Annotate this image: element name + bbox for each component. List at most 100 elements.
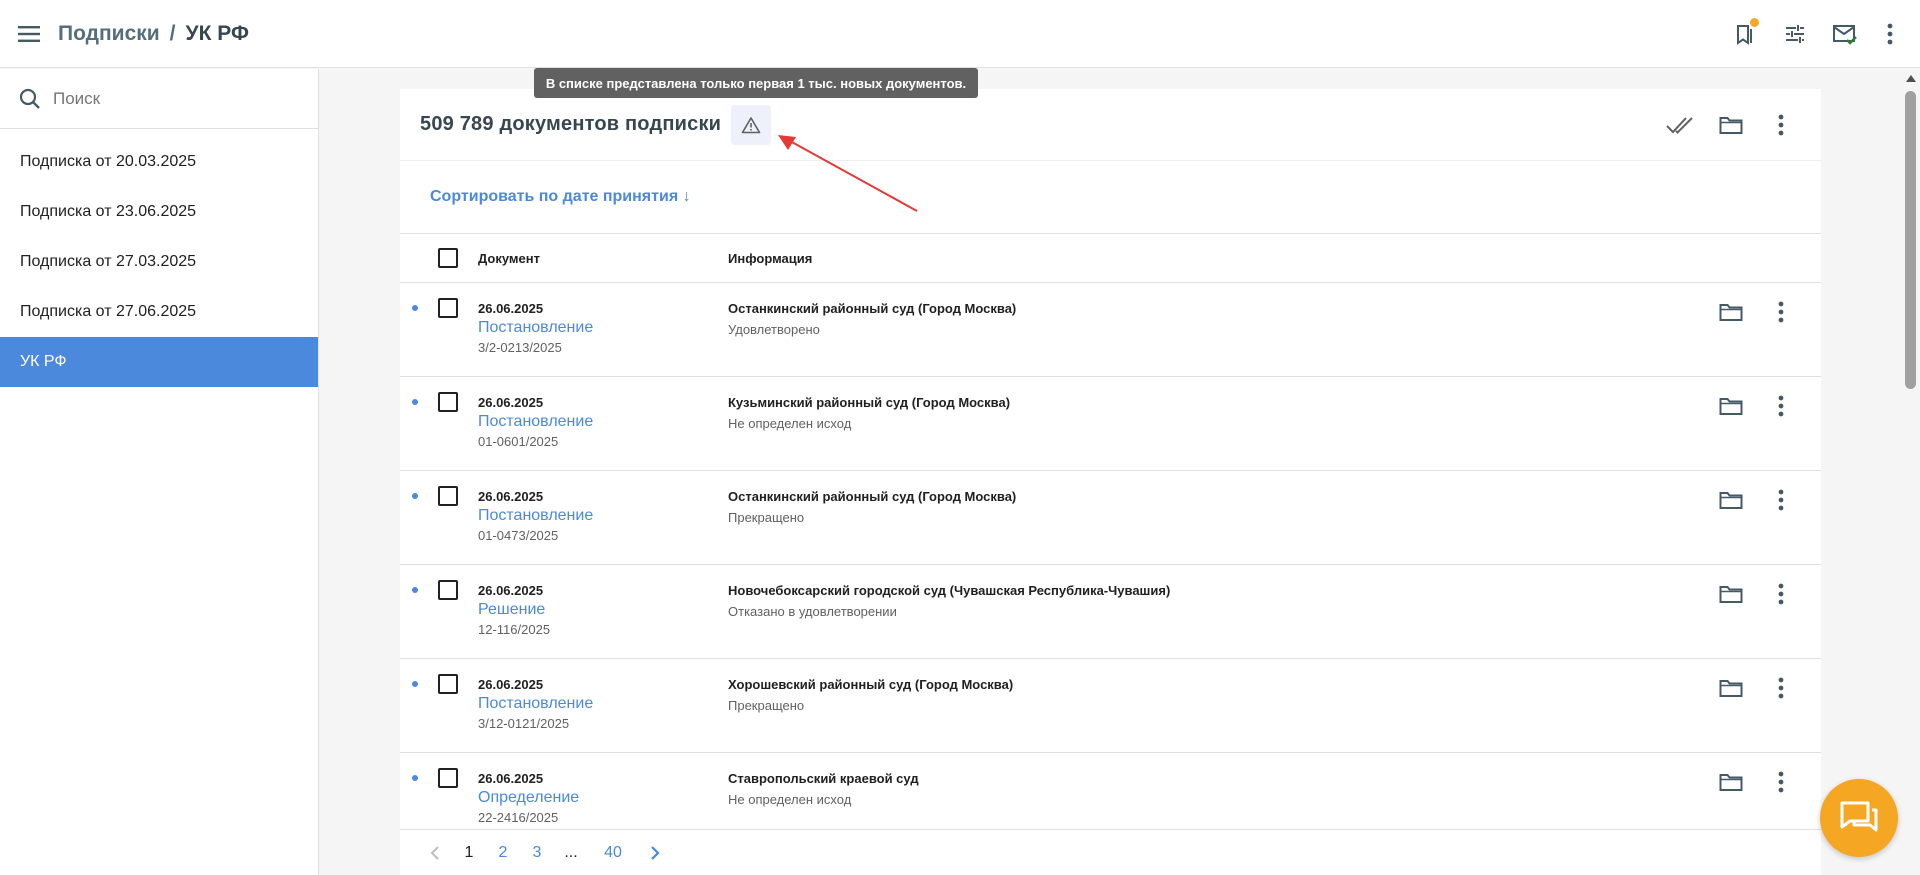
- warning-button[interactable]: [731, 104, 772, 145]
- sliders-icon: [1786, 25, 1804, 43]
- mark-all-read-button[interactable]: [1656, 100, 1706, 150]
- documents-list: 26.06.2025 Постановление 3/2-0213/2025 О…: [400, 283, 1821, 847]
- page-last[interactable]: 40: [588, 844, 638, 862]
- row-checkbox[interactable]: [438, 768, 458, 788]
- filters-button[interactable]: [1770, 9, 1820, 59]
- info-cell: Хорошевский районный суд (Город Москва) …: [728, 677, 1013, 713]
- table-row[interactable]: 26.06.2025 Постановление 3/2-0213/2025 О…: [400, 283, 1821, 377]
- row-more-button[interactable]: [1756, 475, 1806, 525]
- page-3[interactable]: 3: [520, 844, 554, 862]
- document-type-link[interactable]: Определение: [478, 789, 579, 807]
- select-all-checkbox[interactable]: [438, 248, 458, 268]
- document-type-link[interactable]: Постановление: [478, 507, 593, 525]
- document-date: 26.06.2025: [478, 677, 544, 692]
- document-cell: 26.06.2025 Постановление 3/2-0213/2025: [478, 301, 593, 355]
- info-cell: Новочебоксарский городской суд (Чувашска…: [728, 583, 1170, 619]
- document-date: 26.06.2025: [478, 583, 544, 598]
- row-folder-button[interactable]: [1706, 757, 1756, 807]
- more-vertical-icon: [1778, 677, 1784, 699]
- bookmarks-button[interactable]: [1720, 9, 1770, 59]
- row-more-button[interactable]: [1756, 569, 1806, 619]
- table-row[interactable]: 26.06.2025 Постановление 01-0601/2025 Ку…: [400, 377, 1821, 471]
- more-vertical-icon: [1778, 301, 1784, 323]
- document-type-link[interactable]: Постановление: [478, 413, 593, 431]
- table-row[interactable]: 26.06.2025 Решение 12-116/2025 Новочебок…: [400, 565, 1821, 659]
- document-number: 01-0473/2025: [478, 528, 559, 543]
- scroll-thumb[interactable]: [1905, 91, 1916, 389]
- document-cell: 26.06.2025 Постановление 01-0601/2025: [478, 395, 593, 449]
- double-check-icon: [1666, 117, 1693, 134]
- menu-button[interactable]: [0, 0, 58, 68]
- row-checkbox[interactable]: [438, 486, 458, 506]
- row-checkbox[interactable]: [438, 392, 458, 412]
- sort-by-date-link[interactable]: Сортировать по дате принятия ↓: [430, 188, 691, 206]
- scroll-up-arrow[interactable]: [1906, 75, 1916, 82]
- header-more-button[interactable]: [1870, 9, 1910, 59]
- document-number: 01-0601/2025: [478, 434, 559, 449]
- more-vertical-icon: [1778, 489, 1784, 511]
- sidebar-item-subscription-23-06[interactable]: Подписка от 23.06.2025: [0, 187, 318, 237]
- folder-icon: [1719, 774, 1743, 791]
- document-type-link[interactable]: Постановление: [478, 319, 593, 337]
- row-folder-button[interactable]: [1706, 663, 1756, 713]
- folder-icon: [1719, 304, 1743, 321]
- sort-row: Сортировать по дате принятия ↓: [400, 161, 1821, 234]
- breadcrumb: Подписки / УК РФ: [58, 22, 249, 46]
- unread-dot: [412, 587, 418, 593]
- row-folder-button[interactable]: [1706, 475, 1756, 525]
- row-folder-button[interactable]: [1706, 569, 1756, 619]
- case-result: Не определен исход: [728, 416, 852, 431]
- column-header-info: Информация: [728, 250, 813, 266]
- page-1[interactable]: 1: [452, 844, 486, 862]
- sidebar-item-subscription-27-03[interactable]: Подписка от 27.03.2025: [0, 237, 318, 287]
- court-name: Новочебоксарский городской суд (Чувашска…: [728, 583, 1171, 598]
- case-result: Отказано в удовлетворении: [728, 604, 897, 619]
- court-name: Останкинский районный суд (Город Москва): [728, 301, 1017, 316]
- pagination: 1 2 3 ... 40: [400, 829, 1821, 875]
- more-vertical-icon: [1778, 583, 1784, 605]
- breadcrumb-subscriptions-link[interactable]: Подписки: [58, 22, 160, 46]
- court-name: Ставропольский краевой суд: [728, 771, 919, 786]
- row-checkbox[interactable]: [438, 580, 458, 600]
- next-page-button[interactable]: [638, 845, 672, 861]
- card-more-button[interactable]: [1756, 100, 1806, 150]
- table-header: Документ Информация: [400, 234, 1821, 283]
- row-more-button[interactable]: [1756, 287, 1806, 337]
- row-checkbox[interactable]: [438, 674, 458, 694]
- row-more-button[interactable]: [1756, 381, 1806, 431]
- chat-button[interactable]: [1820, 779, 1898, 857]
- document-type-link[interactable]: Решение: [478, 601, 550, 619]
- row-checkbox[interactable]: [438, 298, 458, 318]
- top-header: Подписки / УК РФ: [0, 0, 1920, 68]
- table-row[interactable]: 26.06.2025 Постановление 3/12-0121/2025 …: [400, 659, 1821, 753]
- info-cell: Кузьминский районный суд (Город Москва) …: [728, 395, 1010, 431]
- document-type-link[interactable]: Постановление: [478, 695, 593, 713]
- row-more-button[interactable]: [1756, 757, 1806, 807]
- header-folder-button[interactable]: [1706, 100, 1756, 150]
- sidebar-item-uk-rf[interactable]: УК РФ: [0, 337, 318, 387]
- court-name: Хорошевский районный суд (Город Москва): [728, 677, 1014, 692]
- table-row[interactable]: 26.06.2025 Постановление 01-0473/2025 Ос…: [400, 471, 1821, 565]
- page-2[interactable]: 2: [486, 844, 520, 862]
- page-scrollbar[interactable]: [1902, 69, 1920, 875]
- breadcrumb-separator: /: [169, 21, 176, 45]
- mail-button[interactable]: [1820, 9, 1870, 59]
- card-header: 509 789 документов подписки: [400, 89, 1821, 161]
- row-folder-button[interactable]: [1706, 381, 1756, 431]
- sidebar-search: [0, 69, 318, 129]
- chevron-right-icon: [651, 845, 660, 860]
- row-more-button[interactable]: [1756, 663, 1806, 713]
- document-number: 3/12-0121/2025: [478, 716, 570, 731]
- prev-page-button[interactable]: [418, 845, 452, 861]
- row-folder-button[interactable]: [1706, 287, 1756, 337]
- document-number: 3/2-0213/2025: [478, 340, 562, 355]
- search-input[interactable]: [53, 88, 303, 109]
- sidebar-item-subscription-20-03[interactable]: Подписка от 20.03.2025: [0, 137, 318, 187]
- breadcrumb-current: УК РФ: [185, 21, 249, 45]
- more-vertical-icon: [1778, 395, 1784, 417]
- row-actions: [1706, 757, 1806, 807]
- document-cell: 26.06.2025 Постановление 01-0473/2025: [478, 489, 593, 543]
- folder-icon: [1719, 586, 1743, 603]
- case-result: Не определен исход: [728, 792, 852, 807]
- sidebar-item-subscription-27-06[interactable]: Подписка от 27.06.2025: [0, 287, 318, 337]
